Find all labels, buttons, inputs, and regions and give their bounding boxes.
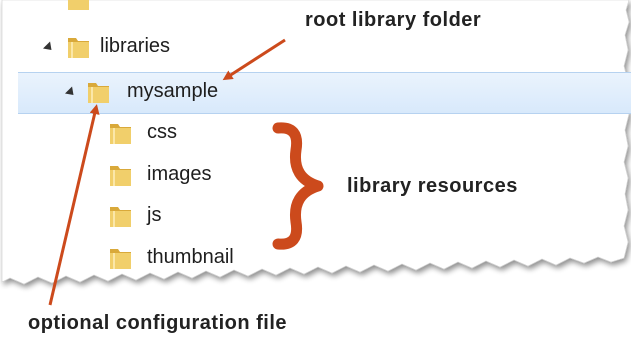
tree-item-label: mysample — [127, 80, 219, 102]
folder-icon — [110, 249, 131, 269]
tree-item-label: images — [147, 163, 212, 185]
root-library-folder-annotation: root library folder — [305, 9, 482, 31]
tree-item-label: js — [147, 204, 162, 226]
screenshot-stage: libraries mysample css images js thumbna… — [0, 0, 631, 337]
folder-icon — [110, 207, 131, 227]
library-resources-annotation: library resources — [347, 175, 518, 197]
folder-icon — [110, 166, 131, 186]
tree-item-label: css — [147, 121, 177, 143]
tree-item-label: thumbnail — [147, 246, 234, 268]
folder-icon — [110, 124, 131, 144]
optional-configuration-file-annotation: optional configuration file — [28, 312, 288, 334]
folder-icon — [88, 83, 109, 103]
tree-item-label: libraries — [100, 35, 171, 57]
tree-panel — [0, 0, 631, 300]
folder-icon — [68, 0, 89, 10]
torn-paper-background — [1, 0, 630, 285]
folder-icon — [68, 38, 89, 58]
